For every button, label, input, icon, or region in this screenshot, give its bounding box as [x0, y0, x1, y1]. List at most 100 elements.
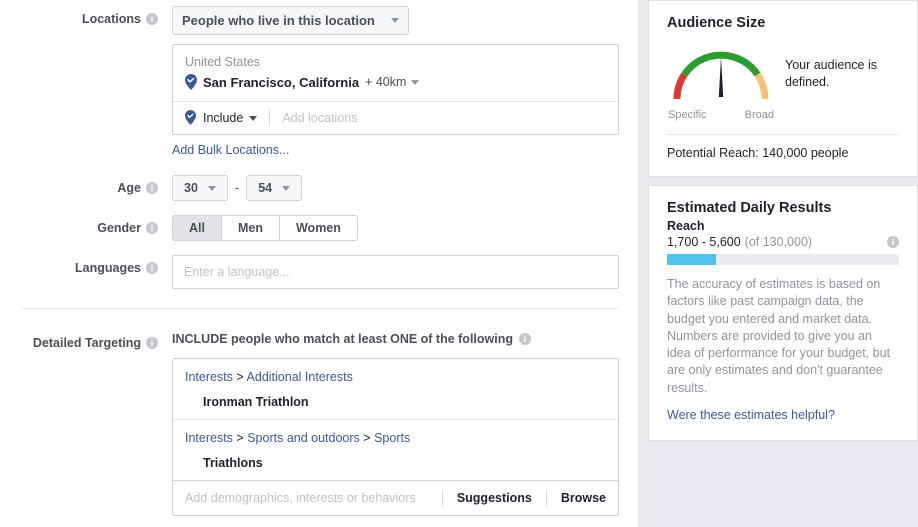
gender-option-women[interactable]: Women [279, 216, 357, 240]
age-range-dash: - [235, 181, 240, 195]
age-min-value: 30 [184, 181, 198, 195]
age-label: Age [117, 181, 141, 195]
reach-values-row: 1,700 - 5,600 (of 130,000) i [667, 235, 899, 249]
suggestions-button[interactable]: Suggestions [447, 491, 542, 505]
info-icon[interactable]: i [146, 262, 158, 274]
location-country: United States [185, 55, 261, 69]
chevron-down-icon [207, 185, 216, 191]
divider [667, 134, 899, 135]
locations-field: People who live in this location United … [158, 6, 638, 159]
gender-option-men[interactable]: Men [221, 216, 280, 240]
locations-label: Locations [81, 12, 141, 26]
audience-status-message: Your audience is defined. [785, 58, 877, 89]
breadcrumb-separator: > [363, 430, 371, 445]
age-row: Age i 30 - 54 [0, 175, 638, 201]
map-pin-check-icon [185, 74, 197, 90]
divider [441, 489, 443, 506]
detailed-targeting-label: Detailed Targeting [32, 336, 141, 350]
divider [545, 489, 547, 506]
breadcrumb: Interests > Additional Interests [185, 368, 606, 387]
breadcrumb: Interests > Sports and outdoors > Sports [185, 429, 606, 448]
detailed-targeting-input[interactable] [185, 490, 438, 505]
gauge-label-broad: Broad [744, 109, 774, 121]
languages-field [158, 255, 638, 289]
estimates-feedback-link[interactable]: Were these estimates helpful? [667, 408, 835, 422]
gauge-scale-labels: Specific Broad [667, 109, 775, 121]
gender-option-all[interactable]: All [173, 216, 222, 240]
breadcrumb-link[interactable]: Interests [185, 370, 233, 384]
languages-input[interactable] [172, 255, 619, 289]
info-icon[interactable]: i [146, 182, 158, 194]
info-icon[interactable]: i [146, 222, 158, 234]
targeting-item[interactable]: Triathlons [203, 456, 606, 470]
reach-range: 1,700 - 5,600 [667, 235, 741, 249]
section-divider [22, 308, 618, 309]
targeting-form-column: Locations i People who live in this loca… [0, 0, 638, 527]
targeting-input-row: Suggestions Browse [173, 479, 618, 515]
location-entry: San Francisco, California + 40km [173, 72, 618, 101]
location-type-value: People who live in this location [182, 13, 375, 28]
detailed-targeting-label-cell: Detailed Targeting i [0, 330, 158, 350]
ad-set-targeting-screen: Locations i People who live in this loca… [0, 0, 918, 527]
estimates-sidebar: Audience Size Specific Broad Your audien… [648, 0, 918, 527]
audience-size-card: Audience Size Specific Broad Your audien… [648, 0, 918, 177]
location-include-row: Include [173, 101, 618, 134]
add-bulk-locations-link[interactable]: Add Bulk Locations... [172, 143, 289, 157]
chevron-down-icon [282, 185, 291, 191]
audience-gauge-wrap: Specific Broad Your audience is defined. [667, 41, 899, 121]
info-icon[interactable]: i [519, 333, 531, 345]
browse-button[interactable]: Browse [551, 491, 606, 505]
targeting-group: Interests > Sports and outdoors > Sports… [173, 418, 618, 480]
detailed-targeting-box: Interests > Additional Interests Ironman… [172, 358, 619, 516]
divider [269, 110, 271, 126]
reach-progress-track [667, 254, 899, 265]
reach-total: (of 130,000) [744, 235, 813, 249]
gauge-label-specific: Specific [668, 109, 707, 121]
age-max-value: 54 [258, 181, 273, 195]
location-radius-dropdown[interactable]: + 40km [365, 75, 420, 89]
targeting-item[interactable]: Ironman Triathlon [203, 395, 606, 409]
include-label-text: Include [203, 111, 244, 125]
languages-label: Languages [75, 261, 141, 275]
languages-label-cell: Languages i [0, 255, 158, 275]
age-label-cell: Age i [0, 175, 158, 195]
detailed-targeting-caption-wrap: INCLUDE people who match at least ONE of… [172, 330, 638, 346]
info-icon[interactable]: i [146, 337, 158, 349]
breadcrumb-link[interactable]: Sports [374, 431, 410, 445]
age-max-dropdown[interactable]: 54 [246, 175, 303, 201]
gender-label: Gender [97, 221, 141, 235]
chevron-down-icon [249, 115, 258, 121]
estimated-daily-results-title: Estimated Daily Results [667, 200, 832, 216]
audience-size-title: Audience Size [667, 15, 766, 31]
breadcrumb-link[interactable]: Additional Interests [247, 370, 353, 384]
chevron-down-icon [390, 18, 399, 23]
info-icon[interactable]: i [887, 236, 899, 248]
info-icon[interactable]: i [146, 13, 158, 25]
breadcrumb-separator: > [236, 370, 244, 384]
include-exclude-dropdown[interactable]: Include [185, 110, 258, 126]
gender-field: All Men Women [158, 215, 638, 241]
estimates-disclaimer: The accuracy of estimates is based on fa… [667, 277, 891, 395]
location-type-dropdown[interactable]: People who live in this location [172, 6, 409, 35]
detailed-targeting-row: Detailed Targeting i INCLUDE people who … [0, 330, 638, 516]
locations-label-cell: Locations i [0, 6, 158, 26]
chevron-down-icon [411, 79, 420, 85]
age-min-dropdown[interactable]: 30 [172, 175, 228, 201]
audience-size-gauge: Specific Broad [667, 41, 775, 121]
breadcrumb-separator: > [236, 430, 244, 445]
location-radius-value: + 40km [365, 75, 407, 89]
gender-label-cell: Gender i [0, 215, 158, 235]
age-field: 30 - 54 [158, 175, 638, 201]
reach-label: Reach [667, 219, 705, 233]
targeting-group: Interests > Additional Interests Ironman… [173, 359, 618, 419]
detailed-targeting-caption: INCLUDE people who match at least ONE of… [172, 332, 513, 346]
breadcrumb-link[interactable]: Interests [185, 431, 233, 445]
breadcrumb-link[interactable]: Sports and outdoors [247, 431, 360, 445]
locations-box: United States San Francisco, California … [172, 44, 619, 135]
add-locations-input[interactable] [282, 111, 606, 125]
location-city-name: San Francisco, California [203, 74, 360, 90]
languages-row: Languages i [0, 255, 638, 289]
map-pin-check-icon [185, 110, 197, 126]
gender-toggle-group: All Men Women [172, 215, 358, 241]
locations-row: Locations i People who live in this loca… [0, 6, 638, 159]
